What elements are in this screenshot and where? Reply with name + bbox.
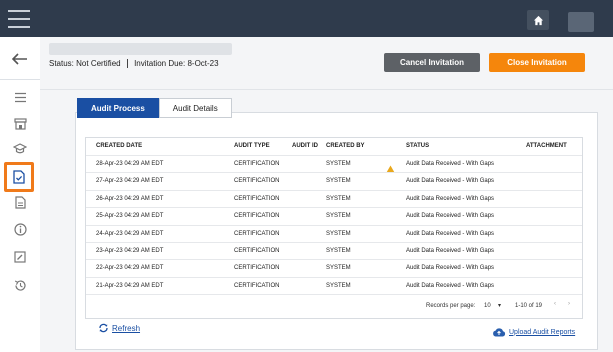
audit-document-icon[interactable]: [4, 162, 34, 192]
chevron-down-icon[interactable]: ▾: [498, 302, 501, 309]
table-cell-created-date: 27-Apr-23 04:29 AM EDT: [96, 178, 164, 185]
store-icon[interactable]: [10, 114, 30, 134]
column-header[interactable]: CREATED BY: [326, 143, 365, 149]
table-cell-status: Audit Data Received - With Gaps: [406, 195, 495, 202]
table-cell-created-by: SYSTEM: [326, 213, 351, 220]
page-range: 1-10 of 19: [515, 303, 543, 309]
separator: [126, 59, 128, 69]
table-cell-audit-type: CERTIFICATION: [234, 213, 280, 220]
column-header[interactable]: STATUS: [406, 143, 429, 149]
refresh-label: Refresh: [112, 323, 141, 333]
info-icon[interactable]: [10, 219, 30, 239]
home-button[interactable]: [527, 10, 549, 30]
records-per-page-label: Records per page:: [426, 303, 476, 309]
user-avatar[interactable]: [568, 12, 594, 32]
table-cell-status: Audit Data Received - With Gaps: [406, 213, 495, 220]
table-row[interactable]: 25-Apr-23 04:29 AM EDT CERTIFICATION SYSTE…: [86, 207, 582, 225]
left-sidebar: [0, 37, 41, 352]
table-cell-created-by: SYSTEM: [326, 195, 351, 202]
column-header[interactable]: AUDIT TYPE: [234, 143, 270, 149]
tab-audit-process[interactable]: Audit Process: [77, 98, 159, 118]
list-icon[interactable]: [10, 87, 30, 107]
table-row[interactable]: 21-Apr-23 04:29 AM EDT CERTIFICATION SYSTE…: [86, 276, 582, 295]
sidebar-divider: [0, 79, 40, 80]
table-row[interactable]: 24-Apr-23 04:29 AM EDT CERTIFICATION SYSTE…: [86, 224, 582, 243]
hamburger-menu-icon[interactable]: [8, 10, 30, 28]
table-row[interactable]: 22-Apr-23 04:29 AM EDT CERTIFICATION SYSTE…: [86, 259, 582, 277]
redacted-title: [49, 43, 232, 55]
table-cell-status: Audit Data Received - With Gaps: [406, 178, 495, 185]
table-cell-created-date: 24-Apr-23 04:29 AM EDT: [96, 230, 164, 237]
records-per-page-select[interactable]: 10: [484, 303, 491, 309]
table-cell-created-date: 26-Apr-23 04:29 AM EDT: [96, 195, 164, 202]
table-cell-status: Audit Data Received - With Gaps: [406, 161, 495, 167]
table-cell-status: Audit Data Received - With Gaps: [406, 265, 495, 272]
table-cell-created-date: 28-Apr-23 04:29 AM EDT: [96, 161, 164, 167]
invitation-label: Invitation Due:: [134, 59, 186, 68]
audit-table: CREATED DATE AUDIT TYPE AUDIT ID CREATED…: [85, 137, 583, 319]
table-row[interactable]: 27-Apr-23 04:29 AM EDT CERTIFICATION SYSTE…: [86, 172, 582, 190]
home-icon: [533, 15, 543, 25]
table-cell-created-by: SYSTEM: [326, 230, 351, 237]
edit-icon[interactable]: [10, 247, 30, 267]
close-invitation-button[interactable]: Close Invitation: [489, 53, 585, 72]
table-cell-status: Audit Data Received - With Gaps: [406, 282, 495, 289]
prev-page-icon[interactable]: ‹: [554, 301, 556, 307]
table-cell-created-date: 25-Apr-23 04:29 AM EDT: [96, 213, 164, 220]
history-icon[interactable]: [10, 275, 30, 295]
next-page-icon[interactable]: ›: [568, 301, 570, 307]
table-cell-created-by: SYSTEM: [326, 248, 351, 254]
refresh-icon: [99, 323, 108, 333]
table-cell-created-by: SYSTEM: [326, 282, 351, 289]
document-icon[interactable]: [10, 192, 30, 212]
table-cell-status: Audit Data Received - With Gaps: [406, 230, 495, 237]
table-cell-audit-type: CERTIFICATION: [234, 178, 280, 185]
graduation-cap-icon[interactable]: [10, 139, 30, 159]
table-row[interactable]: 23-Apr-23 04:29 AM EDT CERTIFICATION SYSTE…: [86, 242, 582, 260]
column-header[interactable]: AUDIT ID: [292, 143, 318, 149]
table-cell-audit-type: CERTIFICATION: [234, 161, 280, 167]
table-cell-created-date: 23-Apr-23 04:29 AM EDT: [96, 248, 164, 254]
table-cell-created-by: SYSTEM: [326, 161, 351, 167]
table-cell-created-by: SYSTEM: [326, 178, 351, 185]
table-row[interactable]: 28-Apr-23 04:29 AM EDT CERTIFICATION SYSTE…: [86, 155, 582, 173]
upload-label: Upload Audit Reports: [509, 328, 576, 336]
table-cell-audit-type: CERTIFICATION: [234, 265, 280, 272]
top-bar: [0, 0, 613, 37]
table-cell-created-by: SYSTEM: [326, 265, 351, 272]
table-cell-status: Audit Data Received - With Gaps: [406, 248, 495, 254]
status-label: Status:: [49, 59, 74, 68]
table-cell-audit-type: CERTIFICATION: [234, 195, 280, 202]
column-header[interactable]: ATTACHMENT: [526, 143, 567, 149]
refresh-link[interactable]: Refresh: [98, 323, 140, 333]
status-value: Not Certified: [76, 59, 121, 68]
back-arrow-icon[interactable]: [10, 49, 30, 69]
cloud-upload-icon: [493, 328, 506, 337]
invitation-value: 8-Oct-23: [187, 59, 219, 68]
tab-bar: Audit Process Audit Details: [77, 98, 232, 118]
table-cell-created-date: 21-Apr-23 04:29 AM EDT: [96, 282, 164, 289]
pagination: Records per page: 10 ▾ 1-10 of 19 ‹ ›: [86, 294, 582, 317]
status-line: Status: Not Certified Invitation Due: 8-…: [49, 59, 219, 69]
table-cell-audit-type: CERTIFICATION: [234, 230, 280, 237]
tab-audit-details[interactable]: Audit Details: [158, 98, 232, 118]
page-header: Status: Not Certified Invitation Due: 8-…: [40, 37, 613, 90]
table-cell-audit-type: CERTIFICATION: [234, 248, 280, 254]
upload-audit-reports-link[interactable]: Upload Audit Reports: [492, 327, 575, 337]
table-row[interactable]: 26-Apr-23 04:29 AM EDT CERTIFICATION SYSTE…: [86, 189, 582, 208]
table-cell-audit-type: CERTIFICATION: [234, 282, 280, 289]
cancel-invitation-button[interactable]: Cancel Invitation: [384, 53, 480, 72]
table-cell-created-date: 22-Apr-23 04:29 AM EDT: [96, 265, 164, 272]
column-header[interactable]: CREATED DATE: [96, 143, 142, 149]
